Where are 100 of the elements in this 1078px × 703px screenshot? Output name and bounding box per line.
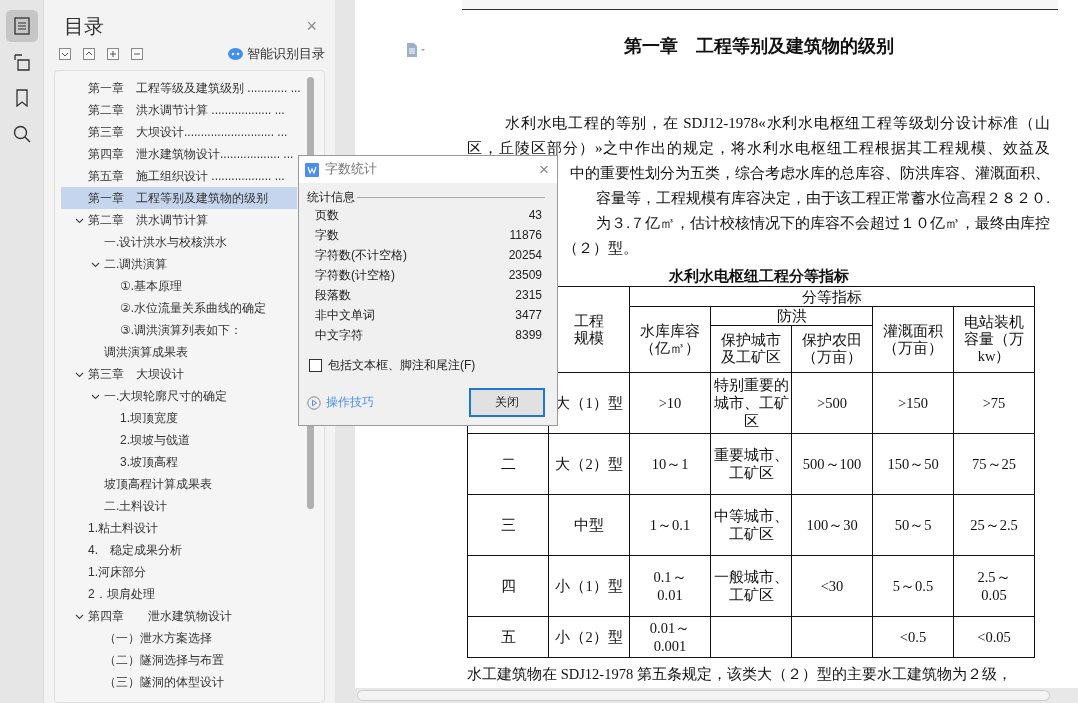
document-list-icon bbox=[13, 17, 30, 35]
stat-value: 23509 bbox=[508, 267, 542, 284]
paragraph-line: 为３.７亿㎥，估计校核情况下的库容不会超过１０亿㎥，最终由库控 bbox=[596, 214, 1050, 233]
table-cell: 0.1～ 0.01 bbox=[629, 555, 711, 617]
toc-item[interactable]: 坡顶高程计算成果表 bbox=[61, 473, 297, 495]
paragraph-line: 水工建筑物在 SDJ12-1978 第五条规定，该类大（２）型的主要水工建筑物为２级， bbox=[467, 665, 1013, 684]
table-cell: 小（2）型 bbox=[548, 616, 630, 658]
paragraph-line: 容量等，工程规模有库容决定，由于该工程正常蓄水位高程２８２０. bbox=[596, 189, 1050, 208]
stat-value: 2315 bbox=[515, 287, 542, 304]
stat-value: 20254 bbox=[508, 247, 542, 264]
paragraph-line: 水利水电工程的等别，在 SDJ12-1978«水利水电枢纽工程等级划分设计标准（山 bbox=[505, 114, 1050, 133]
table-cell: 50～5 bbox=[872, 494, 954, 556]
toc-item[interactable]: 2.坝坡与戗道 bbox=[61, 429, 297, 451]
table-cell: 二 bbox=[467, 433, 549, 495]
bookmark-icon bbox=[14, 89, 29, 107]
toc-item[interactable]: 第一章 工程等别及建筑物的级别 bbox=[61, 187, 297, 209]
table-cell: 大（2）型 bbox=[548, 433, 630, 495]
table-header: 灌溉面积（万亩） bbox=[882, 322, 944, 357]
paragraph-line: 中的重要性划分为五类，综合考虑水库的总库容、防洪库容、灌溉面积、 bbox=[570, 164, 1050, 183]
toc-item[interactable]: 第三章 大坝设计 bbox=[61, 363, 297, 385]
table-cell: 2.5～ 0.05 bbox=[953, 555, 1035, 617]
toc-item[interactable]: 调洪演算成果表 bbox=[61, 341, 297, 363]
sidebar-tab[interactable] bbox=[5, 10, 38, 42]
expand-button[interactable] bbox=[59, 48, 71, 60]
stat-label: 页数 bbox=[315, 207, 339, 224]
toc-item[interactable]: 1.坝顶宽度 bbox=[61, 407, 297, 429]
toc-item[interactable]: 第五章 施工组织设计 .................. ... bbox=[61, 165, 297, 187]
stat-label: 字数 bbox=[315, 227, 339, 244]
dialog-title: 字数统计 bbox=[325, 161, 377, 178]
collapse-button[interactable] bbox=[83, 48, 95, 60]
toc-item[interactable]: 1.粘土料设计 bbox=[61, 517, 297, 539]
table-header: 工程规模 bbox=[573, 312, 605, 347]
table-cell: 特别重要的城市、工矿区 bbox=[710, 372, 792, 434]
table-cell: >75 bbox=[953, 372, 1035, 434]
checkbox[interactable] bbox=[309, 359, 322, 372]
toc-item[interactable]: 3.坡顶高程 bbox=[61, 451, 297, 473]
toc-item[interactable]: 第四章 泄水建筑物设计 bbox=[61, 605, 297, 627]
toc-item[interactable]: ①.基本原理 bbox=[61, 275, 297, 297]
table-cell: 100～30 bbox=[791, 494, 873, 556]
toc-item[interactable]: 二.土料设计 bbox=[61, 495, 297, 517]
toc-item[interactable]: ③.调洪演算列表如下： bbox=[61, 319, 297, 341]
table-cell: 中型 bbox=[548, 494, 630, 556]
toc-item[interactable]: 第二章 洪水调节计算 bbox=[61, 209, 297, 231]
table-cell: <0.05 bbox=[953, 616, 1035, 658]
table-cell: 10～1 bbox=[629, 433, 711, 495]
robot-icon bbox=[228, 48, 243, 60]
table-cell: 150～50 bbox=[872, 433, 954, 495]
toc-item[interactable]: 第二章 洪水调节计算 .................. ... bbox=[61, 99, 297, 121]
table-cell: 三 bbox=[467, 494, 549, 556]
stat-label: 中文字符 bbox=[315, 327, 363, 344]
toc-item[interactable]: 第三章 大坝设计........................... ... bbox=[61, 121, 297, 143]
table-cell: 重要城市、工矿区 bbox=[710, 433, 792, 495]
scrollbar-thumb[interactable] bbox=[357, 690, 1050, 701]
table-cell: 四 bbox=[467, 555, 549, 617]
play-circle-icon bbox=[307, 395, 321, 410]
toc-item[interactable]: 4. 稳定成果分析 bbox=[61, 539, 297, 561]
table-header: 保护城市及工矿区 bbox=[720, 332, 782, 366]
stat-value: 8399 bbox=[515, 327, 542, 344]
toc-item[interactable]: 第四章 泄水建筑物设计.................. ... bbox=[61, 143, 297, 165]
toc-item[interactable]: （三）隧洞的体型设计 bbox=[61, 671, 297, 693]
table-cell: 1～0.1 bbox=[629, 494, 711, 556]
table-title: 水利水电枢纽工程分等指标 bbox=[668, 268, 849, 284]
stat-value: 43 bbox=[528, 207, 542, 224]
stat-label: 字符数(计空格) bbox=[315, 267, 395, 284]
stat-label: 非中文单词 bbox=[315, 307, 375, 324]
toc-item[interactable]: ②.水位流量关系曲线的确定 bbox=[61, 297, 297, 319]
paragraph-line: （２）型。 bbox=[563, 239, 638, 258]
app-logo-icon bbox=[305, 162, 319, 177]
table-cell: 小（1）型 bbox=[548, 555, 630, 617]
chapter-heading: 第一章 工程等别及建筑物的级别 bbox=[622, 35, 895, 58]
table-cell: 中等城市、工矿区 bbox=[710, 494, 792, 556]
smart-toc-button[interactable]: 智能识别目录 bbox=[228, 45, 325, 63]
table-cell: 500～100 bbox=[791, 433, 873, 495]
toc-item[interactable]: 一.大坝轮廓尺寸的确定 bbox=[61, 385, 297, 407]
toc-item[interactable]: 二.调洪演算 bbox=[61, 253, 297, 275]
table-cell: 75～25 bbox=[953, 433, 1035, 495]
table-header: 防洪 bbox=[710, 306, 873, 326]
stat-label: 字符数(不计空格) bbox=[315, 247, 407, 264]
minus-button[interactable] bbox=[131, 48, 143, 60]
panel-title: 目录 bbox=[64, 13, 104, 39]
toc-item[interactable]: （一）泄水方案选择 bbox=[61, 627, 297, 649]
table-cell: >10 bbox=[629, 372, 711, 434]
plus-button[interactable] bbox=[107, 48, 119, 60]
paragraph-line: 区，丘陵区部分）»之中作出的规定，将水利水电枢纽工程根据其工程规模、效益及 bbox=[467, 139, 1050, 158]
toc-item[interactable]: 一.设计洪水与校核洪水 bbox=[61, 231, 297, 253]
toc-item[interactable]: （二）隧洞选择与布置 bbox=[61, 649, 297, 671]
toc-item[interactable]: 1.河床部分 bbox=[61, 561, 297, 583]
stat-value: 11876 bbox=[509, 227, 542, 244]
checkbox-label[interactable]: 包括文本框、脚注和尾注(F) bbox=[328, 357, 476, 374]
toc-item[interactable]: 2．坝肩处理 bbox=[61, 583, 297, 605]
table-cell: <0.5 bbox=[872, 616, 954, 658]
close-button[interactable]: 关闭 bbox=[469, 388, 545, 417]
table-cell: >500 bbox=[791, 372, 873, 434]
table-cell: >150 bbox=[872, 372, 954, 434]
table-header: 水库库容（亿㎥） bbox=[639, 322, 701, 357]
outline-icon bbox=[12, 53, 31, 71]
table-cell: 一般城市、工矿区 bbox=[710, 555, 792, 617]
close-button[interactable]: × bbox=[539, 159, 549, 180]
stat-label: 段落数 bbox=[315, 287, 351, 304]
table-cell: 0.01～ 0.001 bbox=[629, 616, 711, 658]
